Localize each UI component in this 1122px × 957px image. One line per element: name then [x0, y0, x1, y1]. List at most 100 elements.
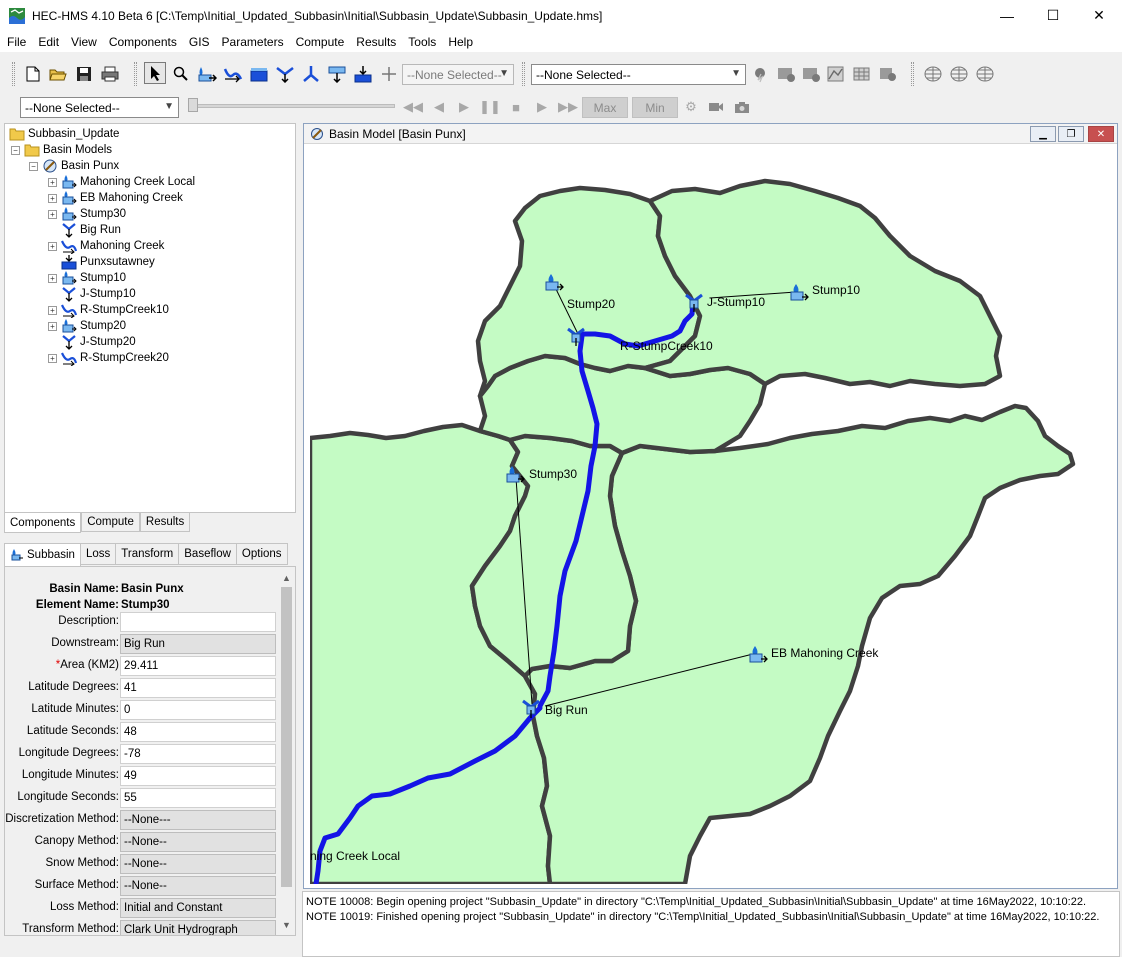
reach-tool-button[interactable] [222, 63, 244, 85]
zoom-tool-button[interactable] [170, 63, 192, 85]
menu-tools[interactable]: Tools [404, 35, 440, 49]
arrow-tool-button[interactable] [144, 62, 166, 84]
element-selector[interactable]: --None Selected-- ▼ [402, 64, 514, 85]
animation-slider-thumb[interactable] [188, 98, 198, 112]
toolbar-grip[interactable] [522, 62, 525, 86]
record-video-button[interactable] [707, 98, 725, 116]
stop-button[interactable]: ■ [507, 98, 525, 116]
toolbar-grip[interactable] [911, 62, 914, 86]
sink-tool-button[interactable] [352, 63, 374, 85]
maximize-button[interactable]: ☐ [1030, 0, 1076, 31]
property-input[interactable]: 0 [120, 700, 276, 720]
pause-button[interactable]: ❚❚ [479, 98, 501, 116]
menu-components[interactable]: Components [105, 35, 181, 49]
scrollbar-thumb[interactable] [281, 587, 292, 887]
fast-forward-button[interactable]: ▶▶ [558, 98, 578, 116]
menu-edit[interactable]: Edit [34, 35, 63, 49]
tree-item[interactable]: J-Stump20 [48, 334, 136, 350]
editor-scrollbar[interactable]: ▲ ▼ [278, 567, 295, 935]
basin-minimize-button[interactable]: ▁ [1030, 126, 1056, 142]
property-select[interactable]: --None--- [120, 810, 276, 830]
property-select[interactable]: --None-- [120, 876, 276, 896]
source-tool-button[interactable] [326, 63, 348, 85]
tree-item[interactable]: Big Run [48, 222, 121, 238]
collapse-icon[interactable]: − [29, 161, 38, 171]
save-project-button[interactable] [73, 63, 95, 85]
property-select[interactable]: Big Run [120, 634, 276, 654]
menu-file[interactable]: File [3, 35, 30, 49]
step-back-button[interactable]: ◀ [430, 98, 448, 116]
property-select[interactable]: --None-- [120, 854, 276, 874]
menu-view[interactable]: View [67, 35, 101, 49]
tab-compute[interactable]: Compute [81, 513, 140, 532]
step-forward-button[interactable]: ▶ [533, 98, 551, 116]
reservoir-tool-button[interactable] [248, 63, 270, 85]
grid-layer-button-1[interactable] [922, 63, 944, 85]
tab-results[interactable]: Results [139, 513, 191, 532]
min-button[interactable]: Min [632, 97, 678, 118]
property-input[interactable]: 29.411 [120, 656, 276, 676]
scroll-up-icon[interactable]: ▲ [278, 569, 295, 586]
tree-item[interactable]: + Mahoning Creek [48, 238, 164, 254]
junction-tool-button[interactable] [274, 63, 296, 85]
print-button[interactable] [99, 63, 121, 85]
expand-icon[interactable]: + [48, 321, 57, 331]
menu-parameters[interactable]: Parameters [218, 35, 288, 49]
rewind-button[interactable]: ◀◀ [403, 98, 423, 116]
time-series-table-button[interactable] [851, 63, 873, 85]
element-summary-button[interactable] [800, 63, 822, 85]
diversion-tool-button[interactable] [300, 63, 322, 85]
new-project-button[interactable] [22, 63, 44, 85]
tree-item[interactable]: + R-StumpCreek10 [48, 302, 169, 318]
property-input[interactable]: 41 [120, 678, 276, 698]
tab-options[interactable]: Options [235, 543, 288, 565]
basin-map-canvas[interactable]: Stump20 J-Stump10 Stump10 R-StumpCreek10… [310, 146, 1111, 884]
expand-icon[interactable]: + [48, 305, 57, 315]
grid-layer-button-2[interactable] [948, 63, 970, 85]
expand-icon[interactable]: + [48, 193, 57, 203]
tree-item[interactable]: + Stump20 [48, 318, 126, 334]
property-input[interactable]: 48 [120, 722, 276, 742]
tab-baseflow[interactable]: Baseflow [178, 543, 237, 565]
menu-results[interactable]: Results [352, 35, 400, 49]
menu-help[interactable]: Help [444, 35, 477, 49]
expand-icon[interactable]: + [48, 209, 57, 219]
tree-item[interactable]: + Stump10 [48, 270, 126, 286]
property-input[interactable]: 55 [120, 788, 276, 808]
subbasin-tool-button[interactable] [196, 63, 218, 85]
tab-transform[interactable]: Transform [115, 543, 180, 565]
tree-basin-punx[interactable]: − Basin Punx [29, 158, 119, 174]
run-selector[interactable]: --None Selected-- ▼ [531, 64, 746, 85]
property-input[interactable]: -78 [120, 744, 276, 764]
tree-basin-models[interactable]: − Basin Models [11, 142, 112, 158]
tree-item[interactable]: + Stump30 [48, 206, 126, 222]
animation-settings-button[interactable]: ⚙ [682, 98, 700, 116]
tab-components[interactable]: Components [4, 513, 82, 533]
tree-item[interactable]: + R-StumpCreek20 [48, 350, 169, 366]
animation-slider-track[interactable] [190, 104, 395, 108]
time-window-selector[interactable]: --None Selected-- ▼ [20, 97, 179, 118]
basin-restore-button[interactable]: ❐ [1058, 126, 1084, 142]
snapshot-button[interactable] [733, 98, 751, 116]
menu-gis[interactable]: GIS [185, 35, 214, 49]
property-select[interactable]: --None-- [120, 832, 276, 852]
close-button[interactable]: ✕ [1076, 0, 1122, 31]
property-select[interactable]: Initial and Constant [120, 898, 276, 918]
grid-layer-button-3[interactable] [974, 63, 996, 85]
play-button[interactable]: ▶ [455, 98, 473, 116]
tree-item[interactable]: + EB Mahoning Creek [48, 190, 183, 206]
property-input[interactable]: 49 [120, 766, 276, 786]
expand-icon[interactable]: + [48, 273, 57, 283]
global-summary-button[interactable] [775, 63, 797, 85]
toolbar-grip[interactable] [12, 62, 15, 86]
collapse-icon[interactable]: − [11, 145, 20, 155]
max-button[interactable]: Max [582, 97, 628, 118]
results-map-button[interactable] [877, 63, 899, 85]
graph-button[interactable] [825, 63, 847, 85]
tree-root-project[interactable]: Subbasin_Update [9, 126, 119, 142]
basin-close-button[interactable]: ✕ [1088, 126, 1114, 142]
tab-loss[interactable]: Loss [79, 543, 117, 565]
expand-icon[interactable]: + [48, 353, 57, 363]
expand-icon[interactable]: + [48, 241, 57, 251]
expand-icon[interactable]: + [48, 177, 57, 187]
